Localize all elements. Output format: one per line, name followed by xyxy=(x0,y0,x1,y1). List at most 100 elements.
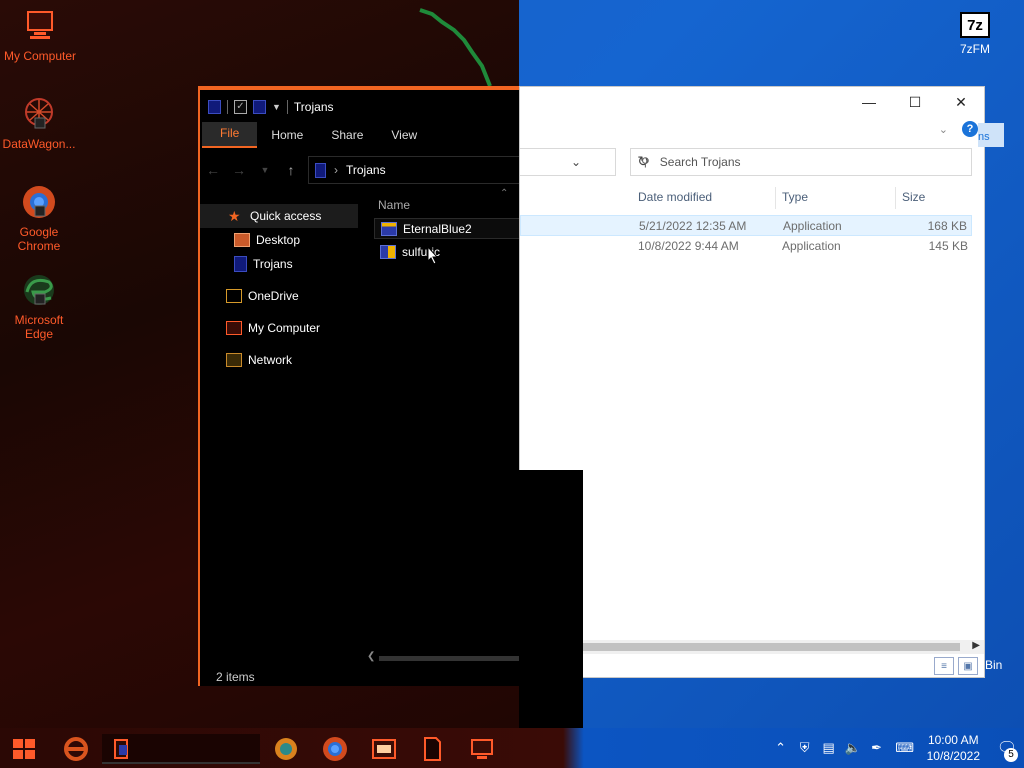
scroll-right-icon[interactable]: ▶ xyxy=(972,640,980,651)
file-type: Application xyxy=(783,219,842,233)
desktop-icon-label: Microsoft Edge xyxy=(14,313,64,341)
help-tail: ns xyxy=(978,123,1004,147)
edge-icon xyxy=(24,275,54,305)
calculator-app-icon[interactable] xyxy=(370,735,398,763)
nav-item-desktop[interactable]: Desktop xyxy=(200,228,358,252)
file-row[interactable]: 5/21/2022 12:35 AM Application 168 KB xyxy=(520,215,972,236)
minimize-button[interactable]: — xyxy=(846,87,892,117)
help-icon[interactable]: ? xyxy=(962,121,978,137)
desktop-icon-7zfm[interactable]: 7z 7zFM xyxy=(936,12,1014,56)
document-app-icon[interactable] xyxy=(418,735,446,763)
details-view-icon[interactable]: ≡ xyxy=(934,657,954,675)
address-dropdown-icon[interactable]: ⌄ xyxy=(571,155,581,169)
network-icon xyxy=(226,353,242,367)
show-hidden-icons-chevron-icon[interactable]: ⌃ xyxy=(769,740,793,756)
column-header-type[interactable]: Type xyxy=(776,187,896,209)
file-row[interactable]: EternalBlue2 xyxy=(374,218,519,239)
scrollbar-thumb[interactable] xyxy=(379,656,519,661)
desktop-icon-chrome[interactable]: Google Chrome xyxy=(0,184,78,253)
pen-icon[interactable]: ✒ xyxy=(865,740,889,756)
title-bar: ✓ ▼ Trojans xyxy=(208,100,334,114)
action-center-button[interactable]: 🗨 5 xyxy=(990,728,1024,768)
nav-item-network[interactable]: Network xyxy=(200,348,358,372)
file-size: 168 KB xyxy=(927,219,967,233)
file-explorer-icon xyxy=(114,739,128,759)
desktop-icon-my-computer[interactable]: My Computer xyxy=(1,8,79,63)
recent-locations-icon[interactable]: ▼ xyxy=(252,165,278,175)
search-box[interactable]: ⚲ Search Trojans xyxy=(630,148,972,176)
close-button[interactable]: ✕ xyxy=(938,87,984,117)
application-icon xyxy=(380,244,396,259)
address-bar[interactable]: › Trojans xyxy=(308,156,519,184)
security-shield-icon[interactable]: ⛨ xyxy=(793,740,817,756)
address-path: Trojans xyxy=(346,163,386,177)
file-type: Application xyxy=(782,239,841,253)
scroll-left-icon[interactable]: ❮ xyxy=(367,651,375,662)
nav-item-trojans[interactable]: Trojans xyxy=(200,252,358,276)
clock[interactable]: 10:00 AM 10/8/2022 xyxy=(927,732,980,764)
onedrive-icon xyxy=(226,289,242,303)
glitch-line xyxy=(419,8,492,87)
tab-share[interactable]: Share xyxy=(317,122,377,148)
scrollbar-thumb[interactable] xyxy=(520,643,960,651)
internet-explorer-icon[interactable] xyxy=(62,735,90,763)
tab-home[interactable]: Home xyxy=(257,122,317,148)
volume-icon[interactable]: 🔈 xyxy=(841,740,865,756)
clock-time: 10:00 AM xyxy=(927,733,979,747)
computer-icon[interactable] xyxy=(468,735,496,763)
file-row[interactable]: sulfuric xyxy=(374,241,519,262)
expand-ribbon-chevron-icon[interactable]: ⌄ xyxy=(939,123,948,136)
new-folder-icon[interactable] xyxy=(253,100,266,114)
column-header-name[interactable]: Name xyxy=(374,194,519,216)
nav-label: OneDrive xyxy=(248,289,299,303)
status-bar: 2 items xyxy=(216,670,255,684)
horizontal-scrollbar[interactable]: ❮ xyxy=(367,651,519,665)
desktop-icon-edge[interactable]: Microsoft Edge xyxy=(0,272,78,341)
nav-item-onedrive[interactable]: OneDrive xyxy=(200,284,358,308)
nav-item-quick-access[interactable]: ★ Quick access xyxy=(200,204,358,228)
column-header-date[interactable]: Date modified xyxy=(632,187,776,209)
view-toggle: ≡ ▣ xyxy=(934,657,978,675)
tab-view[interactable]: View xyxy=(377,122,431,148)
large-icons-view-icon[interactable]: ▣ xyxy=(958,657,978,675)
star-icon: ★ xyxy=(228,208,241,224)
nav-label: Network xyxy=(248,353,293,367)
folder-icon xyxy=(315,162,326,178)
notification-badge: 5 xyxy=(1004,748,1018,762)
chrome-icon[interactable] xyxy=(321,735,349,763)
application-icon xyxy=(381,221,397,236)
tab-file[interactable]: File xyxy=(202,122,258,148)
globe-app-icon[interactable] xyxy=(272,735,300,763)
forward-arrow-icon[interactable]: → xyxy=(226,162,252,178)
customize-toolbar-icon[interactable]: ▼ xyxy=(272,102,281,112)
start-windows-icon[interactable] xyxy=(10,735,38,763)
desktop-icon-datawagon[interactable]: DataWagon... xyxy=(0,96,78,151)
taskbar-active-window[interactable] xyxy=(102,734,260,764)
horizontal-scrollbar[interactable]: ▶ xyxy=(520,640,984,654)
desktop-icon-label: My Computer xyxy=(3,49,77,63)
search-placeholder: Search Trojans xyxy=(659,155,741,169)
separator xyxy=(227,100,228,114)
7zip-icon: 7z xyxy=(960,12,990,38)
explorer-window-light[interactable]: — ☐ ✕ ⌄ ? ns ⌄ ↻ ⚲ Search Trojans Date m… xyxy=(519,86,1004,678)
folder-icon xyxy=(208,100,221,114)
explorer-window-dark[interactable]: ✓ ▼ Trojans File Home Share View ← → ▼ ↑… xyxy=(198,86,519,686)
window-title: Trojans xyxy=(293,100,334,114)
back-arrow-icon[interactable]: ← xyxy=(200,162,226,178)
maximize-button[interactable]: ☐ xyxy=(892,87,938,117)
network-icon[interactable]: ▤ xyxy=(817,740,841,756)
keyboard-icon[interactable]: ⌨ xyxy=(889,740,921,756)
folder-icon xyxy=(234,256,247,272)
file-size: 145 KB xyxy=(928,239,968,253)
desktop-icon-label: DataWagon... xyxy=(2,137,76,151)
address-bar-tail[interactable]: ⌄ ↻ xyxy=(520,148,649,176)
computer-icon xyxy=(226,321,242,335)
computer-icon xyxy=(27,11,53,39)
up-arrow-icon[interactable]: ↑ xyxy=(278,162,304,178)
file-list: Name EternalBlue2 sulfuric xyxy=(374,194,519,262)
file-name: EternalBlue2 xyxy=(403,221,472,236)
file-row[interactable]: 10/8/2022 9:44 AM Application 145 KB xyxy=(520,236,972,257)
nav-item-my-computer[interactable]: My Computer xyxy=(200,316,358,340)
column-header-size[interactable]: Size xyxy=(896,187,972,209)
properties-icon[interactable]: ✓ xyxy=(234,100,247,114)
